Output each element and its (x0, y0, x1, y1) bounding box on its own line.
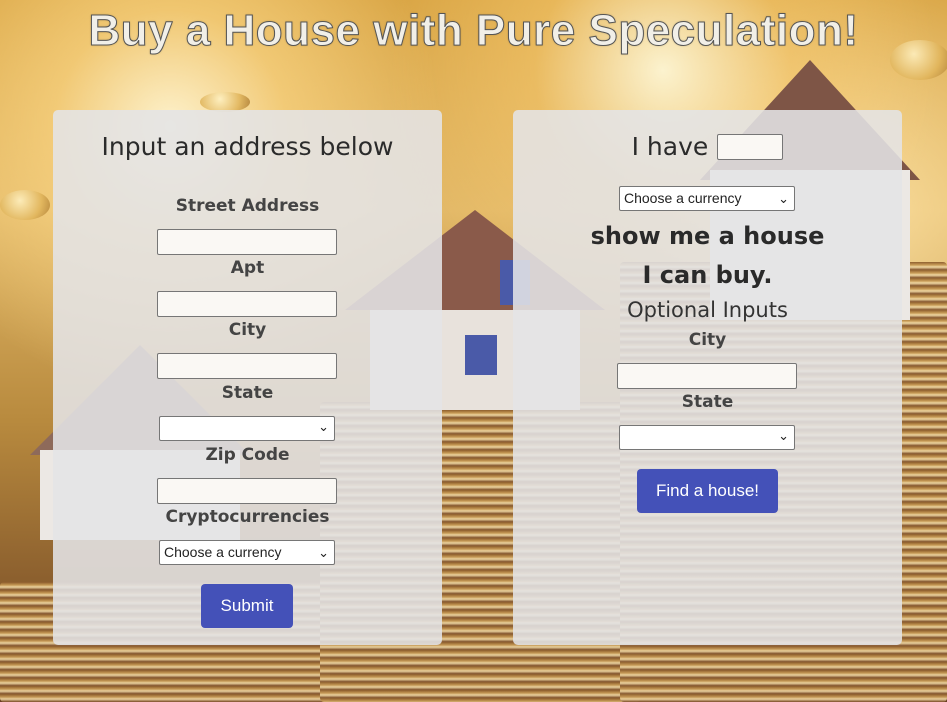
optional-state-label: State (681, 392, 734, 412)
optional-state-select[interactable]: ⌄ (619, 425, 795, 450)
apt-label: Apt (230, 258, 265, 278)
chevron-down-icon: ⌄ (318, 419, 329, 434)
chevron-down-icon: ⌄ (778, 428, 789, 443)
optional-city-input[interactable] (617, 363, 797, 389)
state-label: State (221, 383, 274, 403)
coin-decoration (200, 92, 250, 112)
address-form-heading: Input an address below (101, 132, 394, 161)
street-address-label: Street Address (175, 196, 320, 216)
currency-select[interactable]: Choose a currency ⌄ (619, 186, 795, 211)
cryptocurrency-select-value: Choose a currency (164, 544, 282, 560)
optional-city-label: City (688, 330, 727, 350)
street-address-input[interactable] (157, 229, 337, 255)
show-me-text: show me a house (590, 222, 825, 250)
coin-decoration (0, 190, 50, 220)
cryptocurrencies-label: Cryptocurrencies (165, 507, 330, 527)
chevron-down-icon: ⌄ (778, 191, 789, 206)
zip-code-input[interactable] (157, 478, 337, 504)
find-house-button[interactable]: Find a house! (637, 469, 778, 513)
zip-code-label: Zip Code (205, 445, 290, 465)
optional-inputs-title: Optional Inputs (627, 298, 788, 322)
budget-search-panel: I have Choose a currency ⌄ show me a hou… (513, 110, 902, 645)
currency-select-value: Choose a currency (624, 190, 742, 206)
page-title: Buy a House with Pure Speculation! (88, 6, 859, 56)
city-input[interactable] (157, 353, 337, 379)
i-have-label: I have (631, 132, 709, 161)
i-have-row: I have (513, 132, 902, 161)
cryptocurrency-select[interactable]: Choose a currency ⌄ (159, 540, 335, 565)
can-buy-text: I can buy. (642, 261, 773, 289)
apt-input[interactable] (157, 291, 337, 317)
submit-button[interactable]: Submit (201, 584, 293, 628)
city-label: City (228, 320, 267, 340)
amount-input[interactable] (717, 133, 784, 160)
chevron-down-icon: ⌄ (318, 545, 329, 560)
address-form-panel: Input an address below Street Address Ap… (53, 110, 442, 645)
state-select[interactable]: ⌄ (159, 416, 335, 441)
